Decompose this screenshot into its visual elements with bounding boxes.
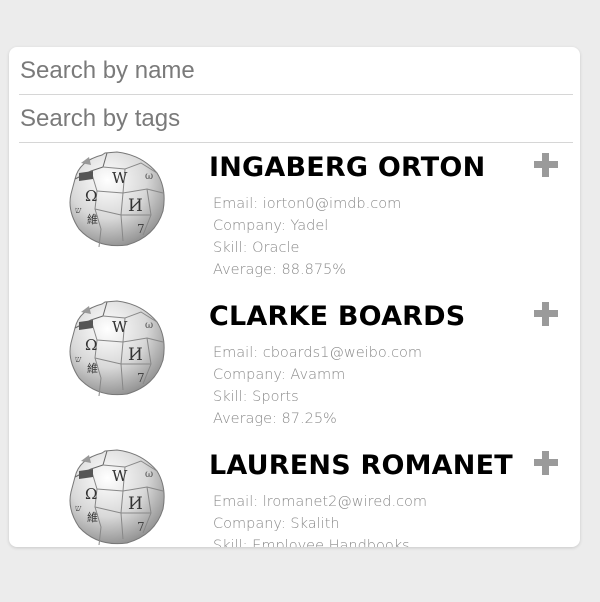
student-email: Email: iorton0@imdb.com [213,196,402,212]
svg-text:W: W [112,467,128,485]
expand-plus-icon[interactable] [534,302,558,326]
search-by-name-input[interactable] [19,47,573,95]
expand-plus-icon[interactable] [534,451,558,475]
student-item: W Ω И 維 7 ω ש INGABERG ORTON Email: iort… [9,143,580,292]
svg-text:W: W [112,318,128,336]
student-company: Company: Yadel [213,218,329,234]
student-name: CLARKE BOARDS [209,301,466,332]
svg-text:ω: ω [145,320,153,331]
svg-text:ω: ω [145,171,153,182]
svg-text:W: W [112,169,128,187]
svg-text:ש: ש [75,206,82,216]
svg-text:Ω: Ω [85,187,97,205]
student-item: W Ω И 維 7 ω ש LAURENS ROMANET Email: lro… [9,441,580,547]
student-name: INGABERG ORTON [209,152,486,183]
student-skill: Skill: Oracle [213,240,300,256]
student-info: CLARKE BOARDS Email: cboards1@weibo.com … [209,300,540,430]
student-email: Email: cboards1@weibo.com [213,345,423,361]
student-company: Company: Avamm [213,367,346,383]
student-email: Email: lromanet2@wired.com [213,494,428,510]
student-skill: Skill: Employee Handbooks [213,538,410,547]
wikipedia-globe-avatar: W Ω И 維 7 ω ש [69,151,165,248]
svg-text:Ω: Ω [85,336,97,354]
svg-text:И: И [128,494,143,514]
student-list-card: W Ω И 維 7 ω ש INGABERG ORTON Email: iort… [9,47,580,547]
student-item: W Ω И 維 7 ω ש CLARKE BOARDS Email: cboar… [9,292,580,441]
student-info: INGABERG ORTON Email: iorton0@imdb.com C… [209,151,540,281]
svg-text:ω: ω [145,469,153,480]
student-name: LAURENS ROMANET [209,450,513,481]
student-average: Average: 88.875% [213,262,347,278]
wikipedia-globe-avatar: W Ω И 維 7 ω ש [69,300,165,397]
svg-text:Ω: Ω [85,485,97,503]
student-info: LAURENS ROMANET Email: lromanet2@wired.c… [209,449,540,547]
svg-text:ש: ש [75,355,82,365]
svg-text:И: И [128,196,143,216]
svg-text:7: 7 [137,520,145,534]
student-company: Company: Skalith [213,516,340,532]
svg-text:維: 維 [87,511,98,524]
student-skill: Skill: Sports [213,389,299,405]
svg-text:7: 7 [137,371,145,385]
search-by-tags-input[interactable] [19,95,573,143]
svg-text:И: И [128,345,143,365]
svg-text:維: 維 [87,362,98,375]
svg-text:7: 7 [137,222,145,236]
student-average: Average: 87.25% [213,411,337,427]
svg-text:ש: ש [75,504,82,514]
student-list: W Ω И 維 7 ω ש INGABERG ORTON Email: iort… [9,143,580,547]
expand-plus-icon[interactable] [534,153,558,177]
svg-text:維: 維 [87,213,98,226]
wikipedia-globe-avatar: W Ω И 維 7 ω ש [69,449,165,546]
